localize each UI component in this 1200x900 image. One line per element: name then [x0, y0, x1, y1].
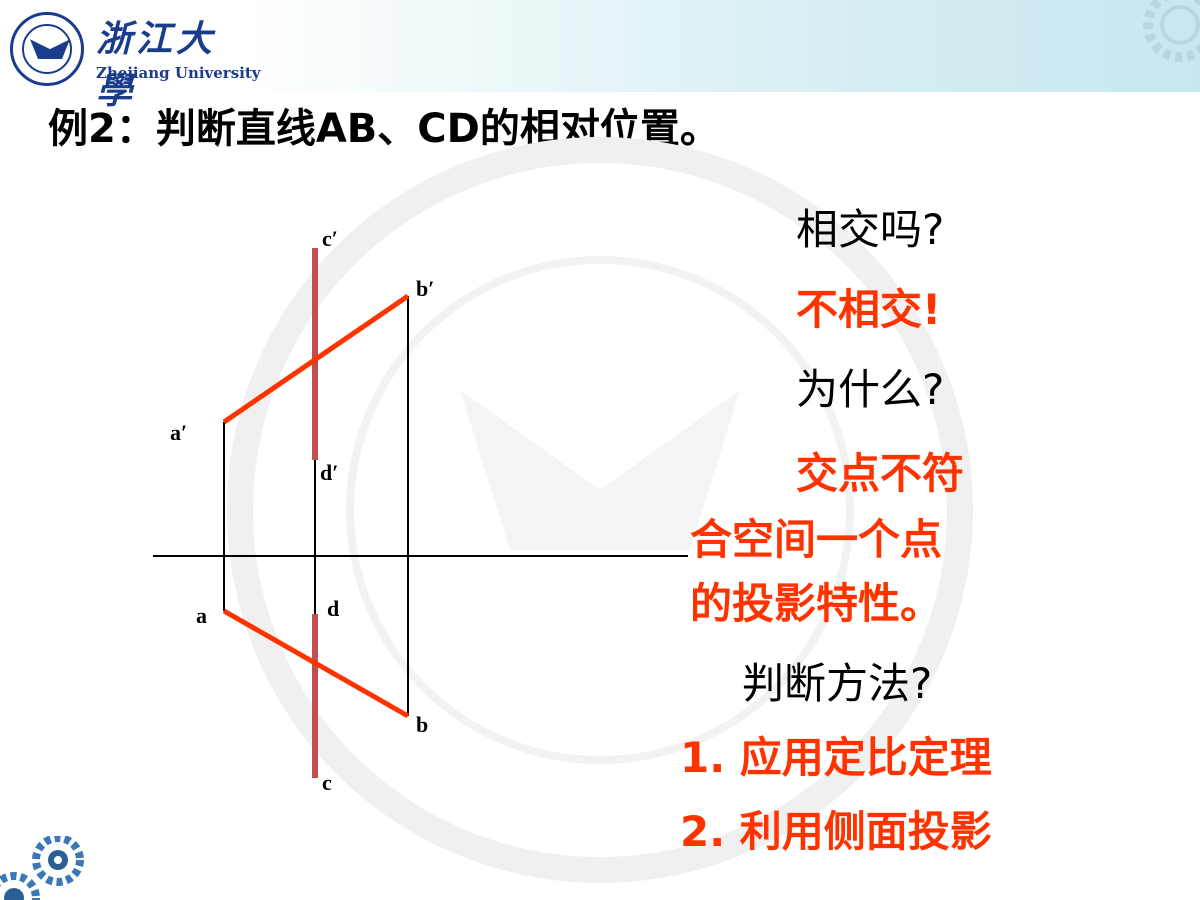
- reason-line-2: 合空间一个点: [690, 515, 943, 564]
- reason-line-3: 的投影特性。: [690, 579, 943, 628]
- label-d: d: [327, 596, 340, 621]
- label-b: b: [416, 712, 429, 737]
- label-c: c: [322, 770, 332, 795]
- projection-diagram: [153, 248, 688, 778]
- question-intersect: 相交吗?: [796, 205, 945, 254]
- gear-icon: [0, 836, 84, 900]
- label-d-prime: d′: [320, 460, 339, 485]
- method-1: 1. 应用定比定理: [680, 733, 992, 782]
- label-c-prime: c′: [322, 226, 338, 251]
- reason-line-1: 交点不符: [796, 449, 965, 498]
- label-a-prime: a′: [170, 420, 188, 445]
- label-b-prime: b′: [416, 276, 435, 301]
- method-2: 2. 利用侧面投影: [680, 807, 992, 856]
- question-why: 为什么?: [796, 365, 945, 414]
- label-a: a: [196, 603, 207, 628]
- answer-not-intersect: 不相交!: [796, 285, 942, 334]
- question-method: 判断方法?: [742, 659, 933, 708]
